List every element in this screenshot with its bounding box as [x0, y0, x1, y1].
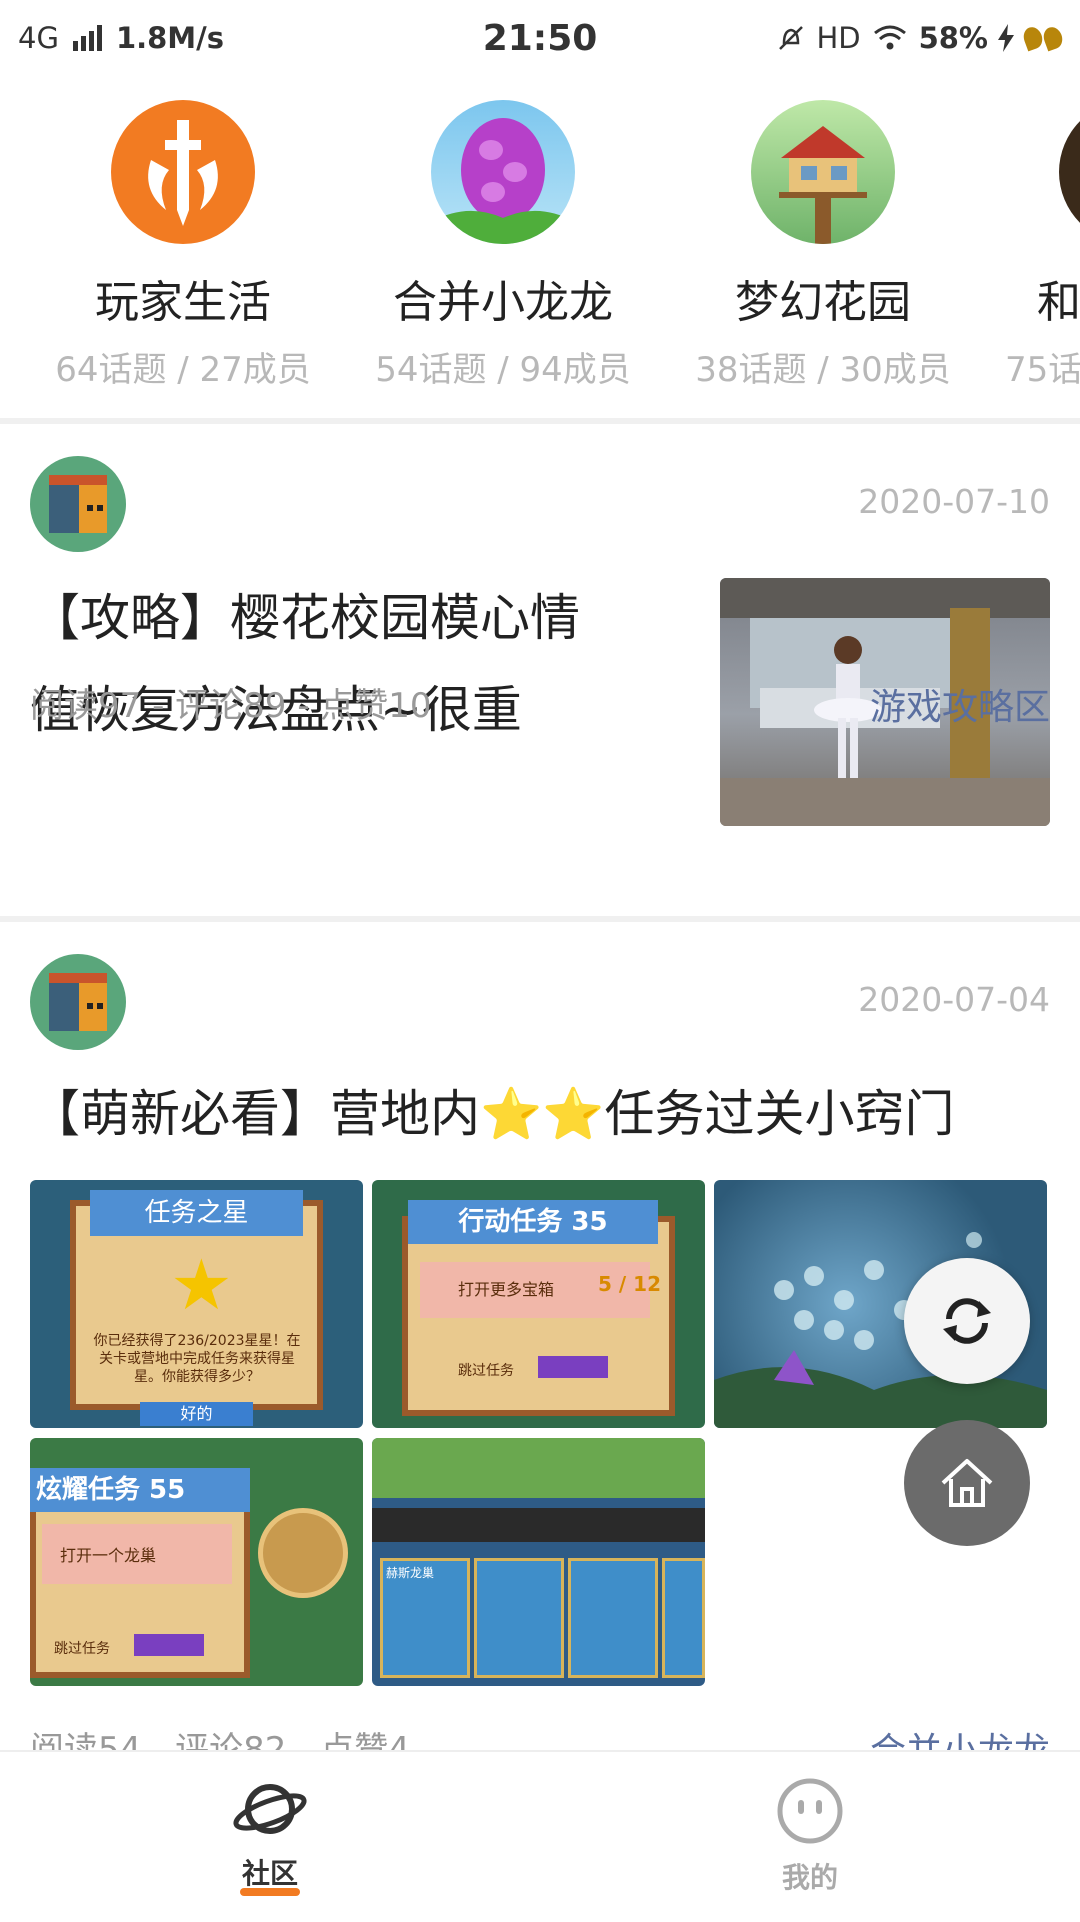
circle-name: 梦幻花园 — [735, 277, 911, 328]
treehouse-icon — [779, 126, 867, 244]
image-title: 任务之星 — [90, 1190, 303, 1236]
dragon-egg-icon — [431, 118, 575, 244]
circles-row: 玩家生活 64话题 / 27成员 合并小龙龙 54话题 / 94成员 梦幻花园 … — [0, 80, 1080, 420]
circle-avatar — [751, 100, 895, 244]
post-title[interactable]: 【攻略】樱花校园模心情 值恢复方法盘点~很重 — [30, 572, 580, 756]
post-image[interactable]: 行动任务 35 打开更多宝箱 5 / 12 跳过任务 — [372, 1180, 705, 1428]
battery-level: 58% — [918, 21, 988, 55]
leaf-icon — [1020, 24, 1066, 52]
circle-item-partial[interactable]: 和 75话 — [983, 100, 1080, 391]
circle-meta: 75话 — [1005, 350, 1080, 390]
tab-mine[interactable]: 我的 — [710, 1776, 910, 1896]
network-speed: 1.8M/s — [115, 21, 225, 55]
status-right: HD 58% — [776, 21, 1066, 55]
network-type: 4G — [18, 21, 59, 55]
signal-icon — [72, 25, 102, 51]
hd-indicator: HD — [816, 21, 861, 55]
image-title: 行动任务 35 — [408, 1200, 658, 1244]
post-title-line: 【攻略】樱花校园模心情 — [30, 589, 580, 647]
post-image[interactable]: 炫耀任务 55 打开一个龙巢 跳过任务 — [30, 1438, 363, 1686]
image-button: 跳过任务 — [54, 1641, 110, 1657]
cube-avatar-icon — [49, 973, 107, 1031]
charging-icon — [998, 24, 1014, 52]
smiley-face-icon — [777, 1778, 843, 1844]
refresh-icon — [943, 1298, 991, 1344]
image-task: 打开更多宝箱 — [458, 1280, 555, 1299]
post-image[interactable]: 赫斯龙巢 — [372, 1438, 705, 1686]
image-button: 跳过任务 — [458, 1363, 514, 1379]
image-title: 炫耀任务 55 — [30, 1468, 250, 1512]
post-card[interactable]: 2020-07-10 【攻略】樱花校园模心情 值恢复方法盘点~很重 阅读97 -… — [0, 424, 1080, 914]
circle-meta: 64话题 / 27成员 — [55, 350, 311, 390]
post-image[interactable]: 任务之星 ★ 你已经获得了236/2023星星！在关卡或营地中完成任务来获得星星… — [30, 1180, 363, 1428]
post-date: 2020-07-10 — [858, 482, 1050, 521]
post-category-tag[interactable]: 游戏攻略区 — [870, 678, 1050, 730]
cube-avatar-icon — [49, 475, 107, 533]
circle-item-merge-dragons[interactable]: 合并小龙龙 54话题 / 94成员 — [343, 100, 663, 391]
circle-name: 和 — [1037, 277, 1080, 328]
circle-name: 玩家生活 — [95, 277, 271, 328]
circle-meta: 54话题 / 94成员 — [375, 350, 631, 390]
circle-item-player-life[interactable]: 玩家生活 64话题 / 27成员 — [23, 100, 343, 391]
mute-bell-icon — [779, 26, 804, 50]
author-avatar[interactable] — [30, 456, 126, 552]
author-avatar[interactable] — [30, 954, 126, 1050]
tab-community[interactable]: 社区 — [170, 1776, 370, 1896]
image-task: 打开一个龙巢 — [60, 1546, 157, 1565]
status-left: 4G 1.8M/s — [18, 21, 224, 55]
image-button: 好的 — [140, 1402, 253, 1426]
circle-avatar — [111, 100, 255, 244]
circle-item-dream-garden[interactable]: 梦幻花园 38话题 / 30成员 — [663, 100, 983, 391]
wifi-icon — [873, 25, 906, 50]
home-button[interactable] — [904, 1420, 1030, 1546]
status-bar: 4G 1.8M/s 21:50 HD 58% — [0, 0, 1080, 76]
post-stats: 阅读97 - 评论89 - 点赞10 — [30, 686, 432, 726]
image-label: 赫斯龙巢 — [386, 1566, 435, 1580]
sword-emblem-icon — [148, 120, 218, 226]
tab-label: 社区 — [241, 1857, 298, 1890]
tab-label: 我的 — [781, 1861, 838, 1894]
home-icon — [941, 1459, 993, 1507]
circle-avatar — [431, 100, 575, 244]
refresh-button[interactable] — [904, 1258, 1030, 1384]
post-title[interactable]: 【萌新必看】营地内⭐⭐任务过关小窍门 — [30, 1068, 955, 1160]
planet-icon — [233, 1784, 307, 1834]
circle-name: 合并小龙龙 — [393, 277, 613, 328]
bottom-navigation: 社区 我的 — [0, 1750, 1080, 1922]
star-icon: ★ — [170, 1244, 233, 1326]
image-progress: 5 / 12 — [598, 1272, 661, 1296]
image-body: 你已经获得了236/2023星星！在关卡或营地中完成任务来获得星星。你能获得多少… — [93, 1333, 301, 1385]
post-date: 2020-07-04 — [858, 980, 1050, 1019]
circle-meta: 38话题 / 30成员 — [695, 350, 951, 390]
circle-avatar — [1059, 100, 1080, 244]
